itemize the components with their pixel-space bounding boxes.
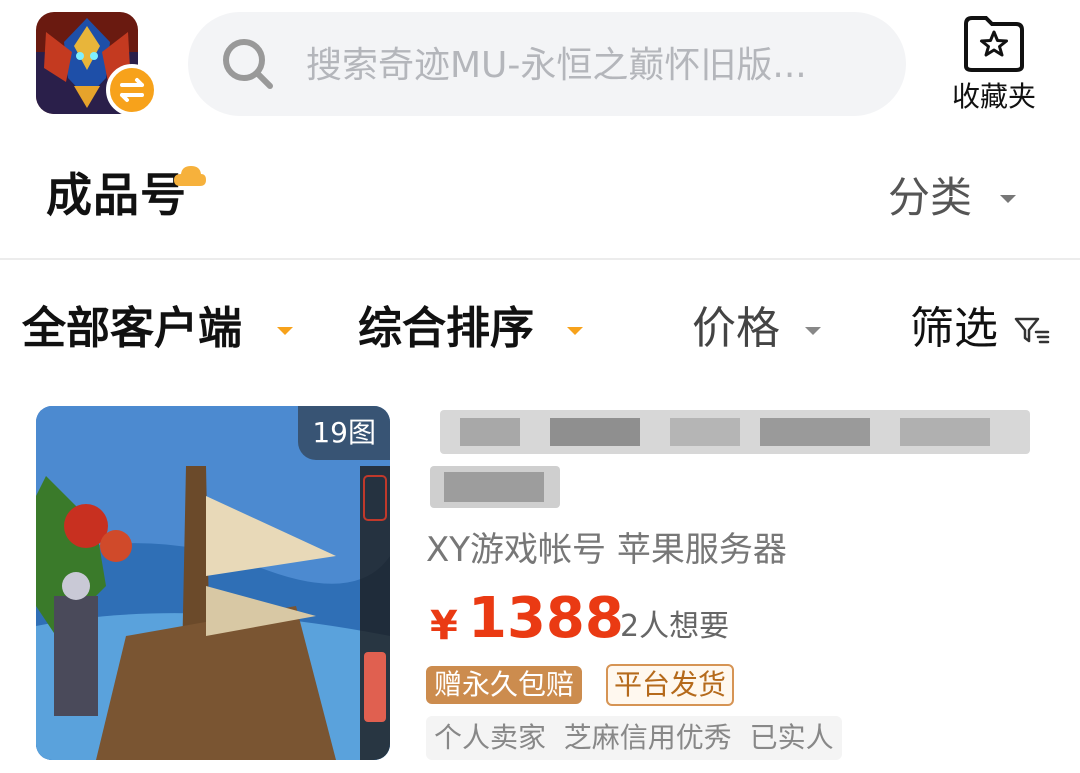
favorites-label[interactable]: 收藏夹 (946, 78, 1042, 116)
category-dropdown[interactable]: 分类 (888, 168, 972, 228)
guarantee-tag: 赠永久包赔 (426, 666, 583, 704)
filter-icon (1014, 316, 1050, 344)
search-icon (220, 36, 276, 92)
advanced-filter[interactable]: 筛选 (910, 296, 998, 362)
page-title: 成品号 (46, 168, 187, 222)
favorites-icon[interactable] (962, 14, 1026, 74)
listing-thumbnail[interactable]: 19图 (36, 406, 390, 760)
image-count-badge: 19图 (298, 406, 390, 460)
divider (0, 258, 1080, 260)
client-filter[interactable]: 全部客户端 (22, 296, 242, 362)
price-currency: ¥ (430, 603, 458, 649)
price-filter[interactable]: 价格 (692, 296, 780, 362)
platform-delivery-tag: 平台发货 (606, 664, 735, 706)
caret-down-icon (276, 322, 294, 335)
search-input[interactable]: 搜索奇迹MU-永恒之巅怀旧版... (306, 38, 886, 94)
want-count: 2人想要 (620, 609, 730, 644)
seller-info: XY游戏帐号 苹果服务器 (426, 530, 787, 570)
seller-credentials: 个人卖家 芝麻信用优秀 已实人 (426, 716, 842, 760)
caret-down-icon (566, 322, 584, 335)
caret-down-icon (804, 322, 822, 335)
price-value: 1388 (468, 586, 624, 651)
listing-title[interactable] (430, 406, 1040, 510)
sort-filter[interactable]: 综合排序 (358, 296, 534, 362)
caret-down-icon (999, 190, 1017, 203)
cloud-badge-icon (172, 162, 208, 190)
swap-game-button[interactable] (106, 64, 158, 116)
